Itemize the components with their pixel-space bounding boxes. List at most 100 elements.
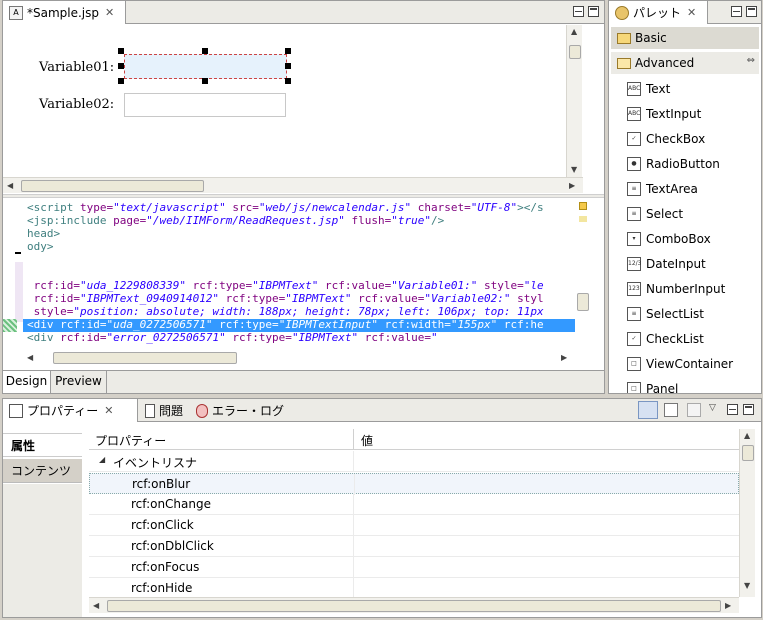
view-menu-icon[interactable]: ▽ <box>709 403 716 413</box>
design-vertical-scrollbar[interactable]: ▲ ▼ <box>566 25 582 179</box>
side-tab-contents[interactable]: コンテンツ <box>3 459 82 483</box>
advanced-icon[interactable] <box>687 403 701 417</box>
resize-handle[interactable] <box>118 63 124 69</box>
tree-toggle-button[interactable] <box>638 401 658 419</box>
table-row[interactable]: rcf:onClick <box>89 515 739 536</box>
tab-properties[interactable]: プロパティー ✕ <box>3 399 138 422</box>
expand-triangle-icon[interactable]: ◢ <box>99 455 105 464</box>
palette-item-dateinput[interactable]: 12/3 DateInput <box>609 251 761 276</box>
code-line[interactable]: ody> <box>27 240 54 253</box>
minimize-button[interactable] <box>727 404 738 415</box>
scroll-down-arrow[interactable]: ▼ <box>744 581 750 591</box>
tab-error-log[interactable]: エラー・ログ <box>190 399 290 422</box>
minimize-button[interactable] <box>573 6 584 17</box>
tab-design[interactable]: Design <box>3 371 51 393</box>
code-line[interactable]: <div rcf:id="error_0272506571" rcf:type=… <box>27 331 438 344</box>
source-vertical-scrollbar[interactable] <box>575 198 591 350</box>
table-row[interactable]: rcf:onFocus <box>89 557 739 578</box>
scroll-right-arrow[interactable]: ▶ <box>561 353 567 363</box>
palette-item-numberinput[interactable]: 123 NumberInput <box>609 276 761 301</box>
palette-item-text[interactable]: ABC Text <box>609 76 761 101</box>
close-icon[interactable]: ✕ <box>687 6 696 19</box>
palette-item-panel[interactable]: □ Panel <box>609 376 761 393</box>
scroll-thumb[interactable] <box>742 445 754 461</box>
drawer-basic[interactable]: Basic <box>611 27 759 49</box>
palette-tabbar: パレット ✕ <box>609 1 761 24</box>
resize-handle[interactable] <box>285 63 291 69</box>
palette-item-combobox[interactable]: ▾ ComboBox <box>609 226 761 251</box>
maximize-button[interactable] <box>588 6 599 17</box>
resize-handle[interactable] <box>202 78 208 84</box>
scroll-down-arrow[interactable]: ▼ <box>571 165 577 175</box>
variable02-input[interactable] <box>124 93 286 117</box>
table-row[interactable]: rcf:onChange <box>89 494 739 515</box>
selection-marker <box>3 319 17 332</box>
palette-item-checklist[interactable]: ✓ CheckList <box>609 326 761 351</box>
resize-handle[interactable] <box>285 78 291 84</box>
tab-error-log-label: エラー・ログ <box>211 404 284 418</box>
resize-handle[interactable] <box>202 48 208 54</box>
variable01-input[interactable] <box>124 54 287 79</box>
resize-handle[interactable] <box>285 48 291 54</box>
palette-item-textarea[interactable]: ≡ TextArea <box>609 176 761 201</box>
scroll-left-arrow[interactable]: ◀ <box>27 353 33 363</box>
column-header-property[interactable]: プロパティー <box>95 432 166 449</box>
scroll-thumb[interactable] <box>569 45 581 59</box>
side-tab-attributes[interactable]: 属性 <box>3 433 82 457</box>
property-group-row[interactable]: ◢ イベントリスナ <box>89 451 739 472</box>
tab-palette[interactable]: パレット ✕ <box>609 1 708 24</box>
property-name: rcf:onDblClick <box>131 539 214 553</box>
scroll-right-arrow[interactable]: ▶ <box>725 601 731 611</box>
resize-handle[interactable] <box>118 78 124 84</box>
maximize-button[interactable] <box>743 404 754 415</box>
scroll-up-arrow[interactable]: ▲ <box>744 431 750 441</box>
scroll-right-arrow[interactable]: ▶ <box>569 181 575 191</box>
properties-horizontal-scrollbar[interactable]: ◀ ▶ <box>89 597 739 613</box>
drawer-basic-label: Basic <box>635 31 667 45</box>
folder-icon <box>617 32 631 44</box>
design-canvas[interactable]: Variable01: Variable02: <box>3 25 588 180</box>
scroll-thumb[interactable] <box>107 600 721 612</box>
palette-item-checkbox[interactable]: ✓ CheckBox <box>609 126 761 151</box>
design-horizontal-scrollbar[interactable]: ◀ ▶ <box>3 177 583 193</box>
resize-handle[interactable] <box>118 48 124 54</box>
tab-sample-jsp[interactable]: A *Sample.jsp ✕ <box>3 1 126 24</box>
column-header-value[interactable]: 値 <box>361 432 373 449</box>
scroll-thumb[interactable] <box>577 293 589 311</box>
scroll-up-arrow[interactable]: ▲ <box>571 27 577 37</box>
close-icon[interactable]: ✕ <box>105 6 114 19</box>
tab-preview[interactable]: Preview <box>51 371 107 393</box>
maximize-button[interactable] <box>746 6 757 17</box>
table-row[interactable]: rcf:onBlur <box>89 473 739 495</box>
scroll-thumb[interactable] <box>53 352 237 364</box>
scroll-left-arrow[interactable]: ◀ <box>93 601 99 611</box>
table-row[interactable]: rcf:onDblClick <box>89 536 739 557</box>
code-line[interactable]: head> <box>27 227 60 240</box>
palette-item-select[interactable]: ≡ Select <box>609 201 761 226</box>
scroll-left-arrow[interactable]: ◀ <box>7 181 13 191</box>
scroll-thumb[interactable] <box>21 180 204 192</box>
tab-sample-jsp-label: *Sample.jsp <box>27 5 100 20</box>
pin-icon[interactable]: ⇔ <box>747 55 755 66</box>
code-line[interactable]: <div rcf:id="uda_0272506571" rcf:type="I… <box>27 318 544 331</box>
tab-problems[interactable]: 問題 <box>139 399 189 422</box>
palette-item-viewcontainer[interactable]: □ ViewContainer <box>609 351 761 376</box>
code-line[interactable]: style="position: absolute; width: 188px;… <box>27 305 544 318</box>
drawer-advanced[interactable]: Advanced ⇔ <box>611 52 759 74</box>
filter-icon[interactable] <box>664 403 678 417</box>
code-line[interactable]: rcf:id="uda_1229808339" rcf:type="IBPMTe… <box>27 279 544 292</box>
minimize-button[interactable] <box>731 6 742 17</box>
source-horizontal-scrollbar[interactable]: ◀ ▶ <box>23 350 575 366</box>
table-row[interactable]: rcf:onHide <box>89 578 739 599</box>
code-line[interactable]: <jsp:include page="/web/IIMForm/ReadRequ… <box>27 214 444 227</box>
palette-item-radiobutton[interactable]: ● RadioButton <box>609 151 761 176</box>
code-line[interactable]: <script type="text/javascript" src="web/… <box>27 201 544 214</box>
palette-item-selectlist[interactable]: ≡ SelectList <box>609 301 761 326</box>
close-icon[interactable]: ✕ <box>104 404 113 417</box>
code-line[interactable]: rcf:id="IBPMText_0940914012" rcf:type="I… <box>27 292 544 305</box>
source-editor[interactable]: <script type="text/javascript" src="web/… <box>3 198 575 350</box>
properties-vertical-scrollbar[interactable]: ▲ ▼ <box>739 429 755 597</box>
cursor-marker <box>15 252 21 254</box>
palette-item-textinput[interactable]: ABC TextInput <box>609 101 761 126</box>
tab-palette-label: パレット <box>633 6 682 20</box>
